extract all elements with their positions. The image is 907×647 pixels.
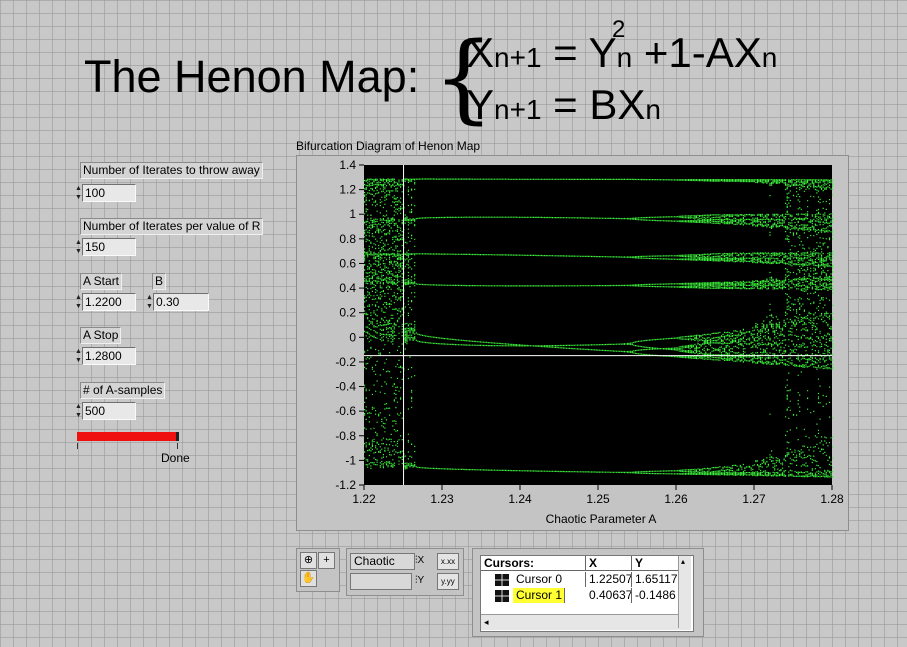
x-tick-label: 1.24 <box>508 492 532 506</box>
y-tick-label: 0.8 <box>339 232 356 246</box>
plot-area[interactable] <box>364 165 832 485</box>
cursor-row-x[interactable]: 0.40637 <box>586 588 632 603</box>
equation-line-2: Yn+1 = BXn <box>466 81 661 128</box>
y-tick-label: -1 <box>345 453 356 467</box>
cursor-header-name: Cursors: <box>481 556 586 571</box>
y-tick-label: 1.2 <box>339 183 356 197</box>
cursor-header-x: X <box>586 556 632 571</box>
a-samples-input[interactable]: 500 <box>82 402 136 420</box>
x-tick-label: 1.22 <box>352 492 376 506</box>
graph-tool-palette: ⊕ + ✋ <box>296 548 340 592</box>
plot-name-0[interactable]: Chaotic <box>350 553 415 570</box>
spin-arrows-icon[interactable]: ▲ ▼ <box>146 293 153 311</box>
cursor-row-x[interactable]: 1.22507 <box>586 572 632 587</box>
crosshair-icon[interactable]: + <box>318 552 335 569</box>
horizontal-scrollbar[interactable]: ◂ ▸ <box>481 614 691 630</box>
a-stop-label: A Stop <box>80 327 122 344</box>
x-tick-label: 1.28 <box>820 492 844 506</box>
x-tick-label: 1.26 <box>664 492 688 506</box>
y-tick-label: 1 <box>349 207 356 221</box>
bifurcation-chart[interactable]: 1.4 1.2 1 0.8 0.6 0.4 0.2 0 -0.2 -0.4 -0.6 -0.8 -1 -1… <box>296 155 847 529</box>
throw-away-label: Number of Iterates to throw away <box>80 162 263 179</box>
equation-exponent: 2 <box>612 16 626 43</box>
a-start-input[interactable]: 1.2200 <box>82 293 136 311</box>
y-tick-label: -0.4 <box>335 380 356 394</box>
y-tick-label: -0.6 <box>335 404 356 418</box>
progress-scale <box>77 443 178 449</box>
plot-name-1[interactable] <box>350 573 412 590</box>
x-tick-label: 1.25 <box>586 492 610 506</box>
vertical-scrollbar[interactable]: ▴ <box>678 556 691 628</box>
per-value-label: Number of Iterates per value of R <box>80 218 264 235</box>
y-tick-label: 0.6 <box>339 256 356 270</box>
scroll-up-icon[interactable]: ▴ <box>681 557 685 566</box>
cursor-style-icon[interactable] <box>495 574 509 586</box>
x-axis-label: Chaotic Parameter A <box>546 512 657 526</box>
scroll-left-icon[interactable]: ◂ <box>484 615 489 630</box>
cursor-style-icon[interactable] <box>495 590 509 602</box>
spin-arrows-icon[interactable]: ▲ ▼ <box>75 347 82 365</box>
x-tick-label: 1.27 <box>742 492 766 506</box>
spin-arrows-icon[interactable]: ▲ ▼ <box>75 238 82 256</box>
page-title: The Henon Map: <box>84 51 420 102</box>
cursor-legend[interactable]: Cursors: X Y Cursor 0 1.22507 1.65117 Cu… <box>480 555 694 632</box>
a-samples-label: # of A-samples <box>80 382 166 399</box>
y-tick-label: 1.4 <box>339 158 356 172</box>
spin-arrows-icon[interactable]: ▲ ▼ <box>75 402 82 420</box>
y-axis: 1.4 1.2 1 0.8 0.6 0.4 0.2 0 -0.2 -0.4 -0.6 -0.8 -1 -1… <box>335 158 364 492</box>
scale-lock-y-icon[interactable]: ⫶Y <box>415 573 431 588</box>
y-format-icon[interactable]: y.yy <box>437 573 459 590</box>
y-tick-label: 0.4 <box>339 281 356 295</box>
b-label: B <box>152 273 167 290</box>
a-stop-input[interactable]: 1.2800 <box>82 347 136 365</box>
y-tick-label: 0 <box>349 330 356 344</box>
a-start-label: A Start <box>80 273 123 290</box>
progress-bar <box>77 432 179 441</box>
y-tick-label: 0.2 <box>339 306 356 320</box>
y-tick-label: -1.2 <box>335 478 356 492</box>
per-value-input[interactable]: 150 <box>82 238 136 256</box>
graph-title: Bifurcation Diagram of Henon Map <box>296 139 481 153</box>
cursor-row-name[interactable]: Cursor 1 <box>513 588 565 603</box>
throw-away-input[interactable]: 100 <box>82 184 136 202</box>
plot-legend: Chaotic ⫶X x.xx ⫶Y y.yy <box>346 548 464 596</box>
x-format-icon[interactable]: x.xx <box>437 553 459 570</box>
progress-label: Done <box>161 451 190 465</box>
scale-lock-x-icon[interactable]: ⫶X <box>415 553 431 568</box>
x-tick-label: 1.23 <box>430 492 454 506</box>
spin-arrows-icon[interactable]: ▲ ▼ <box>75 184 82 202</box>
cursor-row-name[interactable]: Cursor 0 <box>513 572 586 587</box>
x-axis: 1.22 1.23 1.24 1.25 1.26 1.27 1.28 <box>352 485 844 506</box>
b-input[interactable]: 0.30 <box>153 293 209 311</box>
spin-arrows-icon[interactable]: ▲ ▼ <box>75 293 82 311</box>
hand-icon[interactable]: ✋ <box>300 570 317 587</box>
y-tick-label: -0.2 <box>335 355 356 369</box>
zoom-icon[interactable]: ⊕ <box>300 552 317 569</box>
y-tick-label: -0.8 <box>335 429 356 443</box>
